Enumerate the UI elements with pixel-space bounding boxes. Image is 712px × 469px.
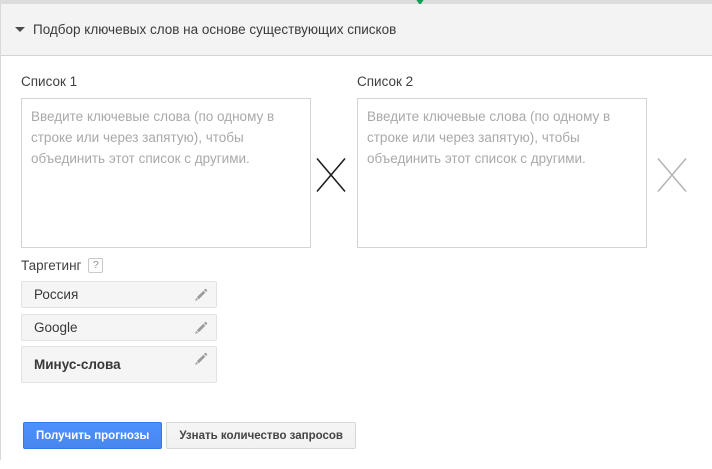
section-header-toggle[interactable]: Подбор ключевых слов на основе существую… xyxy=(0,4,712,56)
action-buttons: Получить прогнозы Узнать количество запр… xyxy=(23,422,356,449)
pencil-icon[interactable] xyxy=(194,288,208,302)
targeting-row-location[interactable]: Россия xyxy=(21,281,217,308)
targeting-row-label: Минус-слова xyxy=(34,357,121,372)
targeting-label: Таргетинг xyxy=(21,258,82,273)
keyword-planner-panel: Подбор ключевых слов на основе существую… xyxy=(0,0,712,469)
targeting-row-network[interactable]: Google xyxy=(21,314,217,341)
list1-label: Список 1 xyxy=(21,74,78,89)
get-search-volume-button[interactable]: Узнать количество запросов xyxy=(166,422,356,449)
targeting-section: Таргетинг ? xyxy=(21,258,104,273)
pencil-icon[interactable] xyxy=(194,352,208,366)
multiply-x-icon-inactive xyxy=(657,158,687,192)
targeting-row-label: Google xyxy=(34,320,78,335)
multiply-x-icon-active xyxy=(316,158,346,192)
help-question-icon[interactable]: ? xyxy=(88,258,104,273)
list2-textarea[interactable] xyxy=(357,98,647,248)
targeting-row-negative-keywords[interactable]: Минус-слова xyxy=(21,346,217,383)
pencil-icon[interactable] xyxy=(194,321,208,335)
list2-label: Список 2 xyxy=(357,74,414,89)
triangle-down-icon xyxy=(15,27,25,32)
targeting-row-label: Россия xyxy=(34,287,79,302)
list1-textarea[interactable] xyxy=(21,98,311,248)
section-title: Подбор ключевых слов на основе существую… xyxy=(33,22,397,37)
panel-left-border xyxy=(0,4,1,460)
get-forecasts-button[interactable]: Получить прогнозы xyxy=(23,422,163,449)
